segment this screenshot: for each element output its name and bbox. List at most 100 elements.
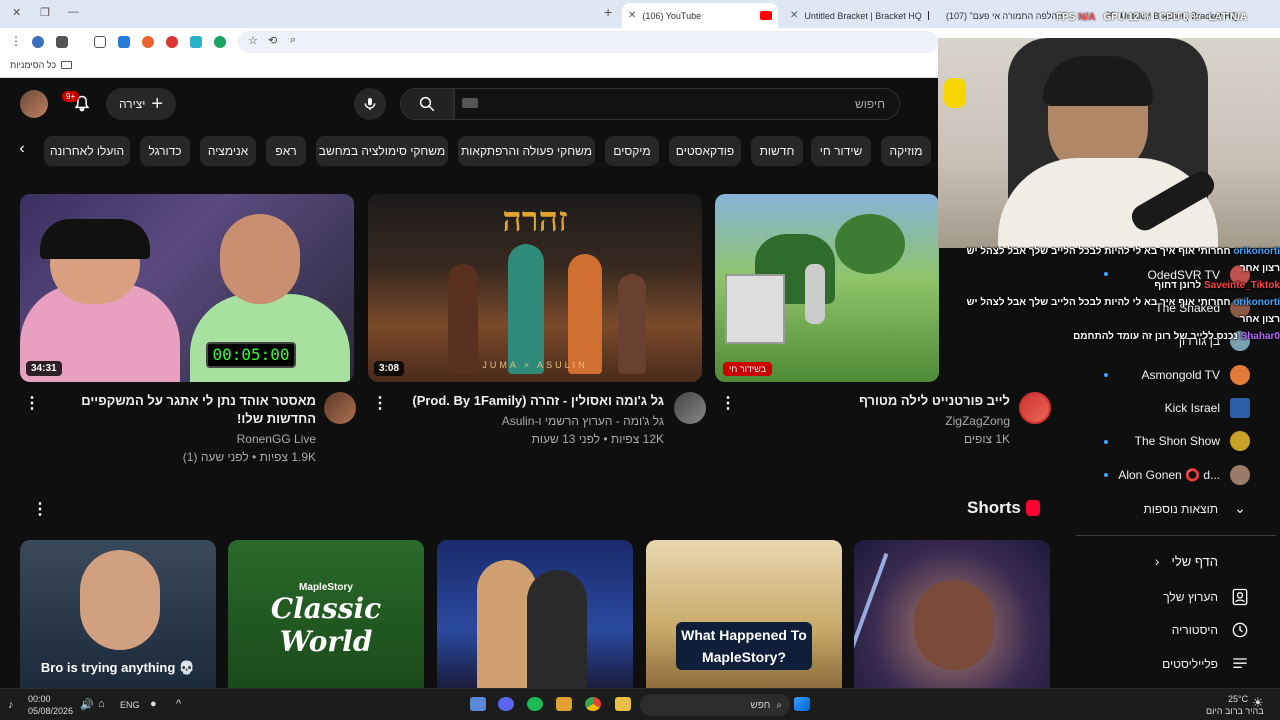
windows-start-icon[interactable] [794,697,810,711]
taskbar-search[interactable]: חפש ⌕ [640,694,790,716]
volume-icon[interactable]: 🔊 [80,698,94,711]
chip-animation[interactable]: אנימציה [200,136,256,166]
network-icon[interactable]: ⌂ [98,698,105,710]
notifications-icon[interactable]: ♪ [8,699,14,711]
voice-search-button[interactable] [354,88,386,120]
file-explorer-icon[interactable] [615,697,631,711]
taskbar-time[interactable]: 00:00 [28,694,51,704]
search-icon [419,96,435,112]
translate-icon[interactable]: ⟲ [268,34,277,47]
sidebar-item-history[interactable]: היסטוריה [1172,620,1250,640]
menu-icon[interactable]: ⋮ [10,34,22,48]
search-input[interactable]: חיפוש [454,88,900,120]
channel-avatar[interactable] [1019,392,1051,424]
search-button[interactable] [400,88,454,120]
person-shape [190,294,350,382]
taskbar-date[interactable]: 05/08/2026 [28,706,73,716]
sidebar-item-your-channel[interactable]: הערוץ שלך [1163,587,1250,607]
video-thumbnail[interactable]: בשידור חי [715,194,939,382]
mic-tray-icon[interactable]: ● [150,698,157,710]
chrome-icon[interactable] [585,697,601,711]
omnibox[interactable]: ☆ ⟲ ⌕ [238,31,938,53]
puzzle-icon[interactable] [94,36,106,48]
extension-icon[interactable] [190,36,202,48]
webcam-overlay [938,38,1280,248]
chip-podcasts[interactable]: פודקאסטים [669,136,741,166]
subscription-item[interactable]: Alon Gonen ⭕ d... [1118,462,1250,488]
all-bookmarks[interactable]: כל הסימניות [10,60,73,70]
person-shape [527,570,587,690]
chip-music[interactable]: מוזיקה [881,136,931,166]
search-placeholder: חיפוש [855,97,885,111]
video-title[interactable]: מאסטר אוהד נתן לי אתגר על המשקפיים החדשו… [40,392,316,428]
subscription-avatar [1230,365,1250,385]
short-item[interactable]: Bro is trying anything 💀 [20,540,216,690]
more-options-icon[interactable]: ⋮ [720,396,736,412]
channel-avatar[interactable] [674,392,706,424]
video-title[interactable]: גל ג'ומה ואסולין - זהרה (Prod. By 1Famil… [380,392,664,410]
sidebar-item-label: פלייליסטים [1162,657,1218,671]
video-channel[interactable]: RonenGG Live [40,430,316,448]
subscription-item[interactable]: Asmongold TV [1142,362,1250,388]
chip-rap[interactable]: ראפ [266,136,306,166]
video-channel[interactable]: ZigZagZong [720,412,1010,430]
video-channel[interactable]: גל ג'ומה - הערוץ הרשמי ו-Asulin [380,412,664,430]
bookmark-star-icon[interactable]: ☆ [248,34,258,47]
minimize-window-icon[interactable]: — [68,6,79,18]
show-more-button[interactable]: תוצאות נוספות ⌄ [1144,500,1251,517]
new-tab-icon[interactable]: + [604,4,612,20]
channel-avatar[interactable] [324,392,356,424]
chip-action-games[interactable]: משחקי פעולה והרפתקאות [458,136,595,166]
chip-live[interactable]: שידור חי [811,136,871,166]
chat-message: Shahar0 נכנס ללייב של רונן זה עומד להתחמ… [948,331,1280,348]
tab-youtube[interactable]: ✕ (106) YouTube [622,3,778,28]
chevron-up-icon[interactable]: ^ [176,698,181,710]
spotify-icon[interactable] [527,697,543,711]
extension-icon[interactable] [56,36,68,48]
create-button[interactable]: יצירה + [106,88,176,120]
extension-icon[interactable] [142,36,154,48]
video-thumbnail[interactable]: זהרה JUMA × ASULIN 3:08 [368,194,702,382]
close-tab-icon[interactable]: ✕ [790,10,798,21]
weather-temp[interactable]: 25°C [1228,694,1248,704]
subscription-item[interactable]: Kick Israel [1165,395,1250,421]
more-options-icon[interactable]: ⋮ [372,396,388,412]
profile-icon[interactable] [32,36,44,48]
discord-icon[interactable] [498,697,514,711]
keyboard-icon[interactable] [462,98,478,108]
short-item[interactable]: MapleStory Classic World [228,540,424,690]
short-item[interactable] [437,540,633,690]
short-item[interactable]: What Happened To MapleStory? [646,540,842,690]
close-window-icon[interactable]: ✕ [12,6,21,19]
chip-football[interactable]: כדורגל [140,136,190,166]
video-title[interactable]: לייב פורטנייט לילה מטורף [720,392,1010,410]
calculator-icon[interactable] [470,697,486,711]
taskbar-search-label: חפש [750,699,771,711]
filter-chips: מוזיקה שידור חי חדשות פודקאסטים מיקסים מ… [0,136,940,166]
extension-icon[interactable] [118,36,130,48]
zoom-icon[interactable]: ⌕ [290,34,296,47]
extension-icon[interactable] [166,36,178,48]
you-section-link[interactable]: › הדף שלי [1155,553,1250,569]
account-avatar[interactable] [20,90,48,118]
chip-recently-uploaded[interactable]: הועלו לאחרונה [44,136,130,166]
extension-icon[interactable] [214,36,226,48]
sidebar-item-playlists[interactable]: פלייליסטים [1162,654,1250,674]
chat-text: רצון אחר [1239,263,1280,274]
tab-bracket[interactable]: ✕ Untitled Bracket | Bracket HQ [784,3,934,28]
chat-message: רצון אחר [948,314,1280,331]
restore-window-icon[interactable]: ❐ [40,6,50,19]
shorts-more-options-icon[interactable]: ⋮ [32,502,48,518]
chip-news[interactable]: חדשות [751,136,803,166]
video-thumbnail[interactable]: 00:05:00 34:31 [20,194,354,382]
short-item[interactable] [854,540,1050,690]
chip-mixes[interactable]: מיקסים [605,136,659,166]
chip-simulation-games[interactable]: משחקי סימולציה במחשב [316,136,448,166]
more-options-icon[interactable]: ⋮ [24,396,40,412]
input-language[interactable]: ENG [120,700,140,710]
subscription-item[interactable]: The Shon Show [1135,428,1250,454]
close-tab-icon[interactable]: ✕ [628,10,636,21]
weather-sun-icon[interactable]: ☀ [1252,695,1264,711]
app-icon[interactable] [556,697,572,711]
cpu-label: CPU [1159,12,1181,23]
